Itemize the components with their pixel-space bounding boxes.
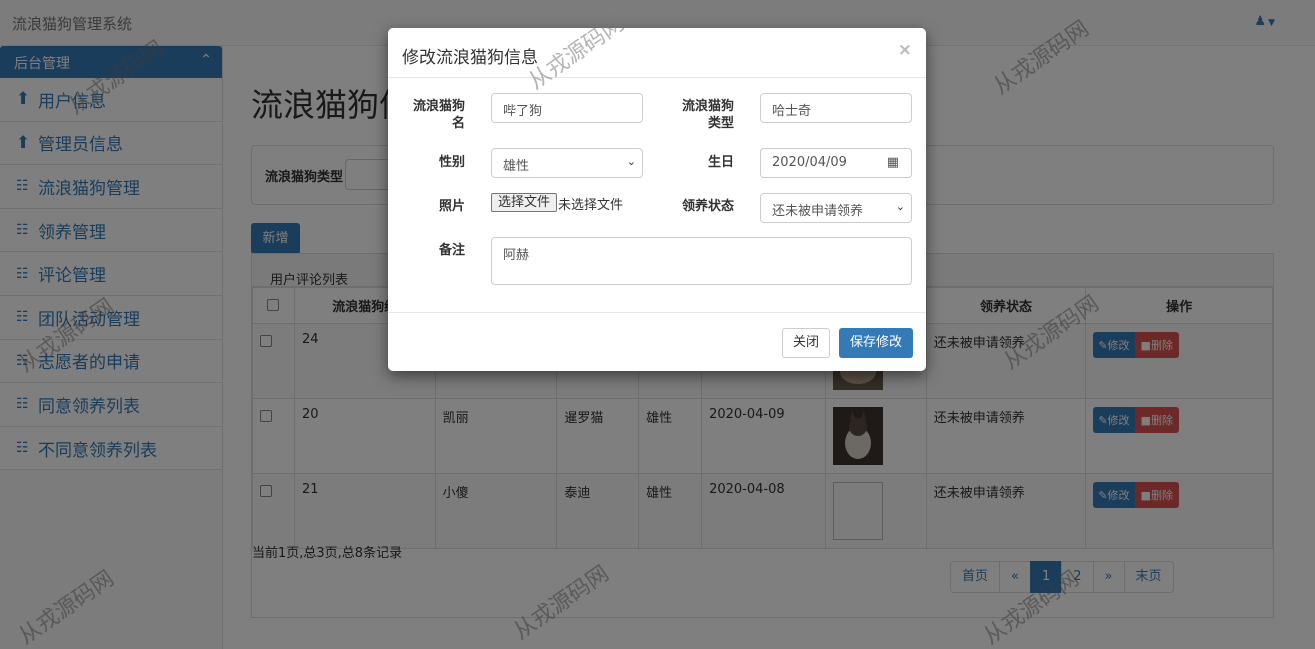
save-button[interactable]: 保存修改	[839, 328, 913, 358]
sex-select[interactable]: 雄性 ⌄	[491, 148, 643, 178]
name-label: 流浪猫狗名	[412, 99, 465, 131]
file-status-text: 未选择文件	[558, 198, 624, 213]
chevron-down-icon: ⌄	[895, 200, 905, 213]
chevron-down-icon: ⌄	[626, 155, 636, 168]
modal-footer: 关闭 保存修改	[388, 312, 926, 371]
edit-pet-modal: 修改流浪猫狗信息 × 流浪猫狗名 哔了狗 流浪猫狗类型 哈士奇 性别 雄性 ⌄ …	[388, 28, 926, 371]
birth-label: 生日	[707, 155, 734, 170]
name-input[interactable]: 哔了狗	[491, 93, 643, 123]
modal-header: 修改流浪猫狗信息 ×	[388, 28, 926, 78]
photo-label: 照片	[438, 199, 465, 214]
close-button[interactable]: 关闭	[782, 328, 830, 358]
note-textarea[interactable]: 阿赫	[491, 237, 912, 285]
status-select[interactable]: 还未被申请领养 ⌄	[760, 193, 912, 223]
birth-date-input[interactable]: 2020/04/09 ▦	[760, 148, 912, 178]
type-label: 流浪猫狗类型	[681, 99, 734, 131]
status-select-value: 还未被申请领养	[772, 204, 864, 219]
note-label: 备注	[438, 243, 465, 258]
calendar-icon[interactable]: ▦	[887, 155, 899, 170]
status-label: 领养状态	[681, 199, 734, 214]
birth-date-value: 2020/04/09	[772, 155, 847, 170]
choose-file-button[interactable]: 选择文件	[491, 193, 558, 212]
type-input[interactable]: 哈士奇	[760, 93, 912, 123]
modal-title: 修改流浪猫狗信息	[402, 48, 538, 68]
close-icon[interactable]: ×	[898, 40, 912, 60]
sex-label: 性别	[438, 155, 465, 170]
sex-select-value: 雄性	[503, 159, 530, 174]
